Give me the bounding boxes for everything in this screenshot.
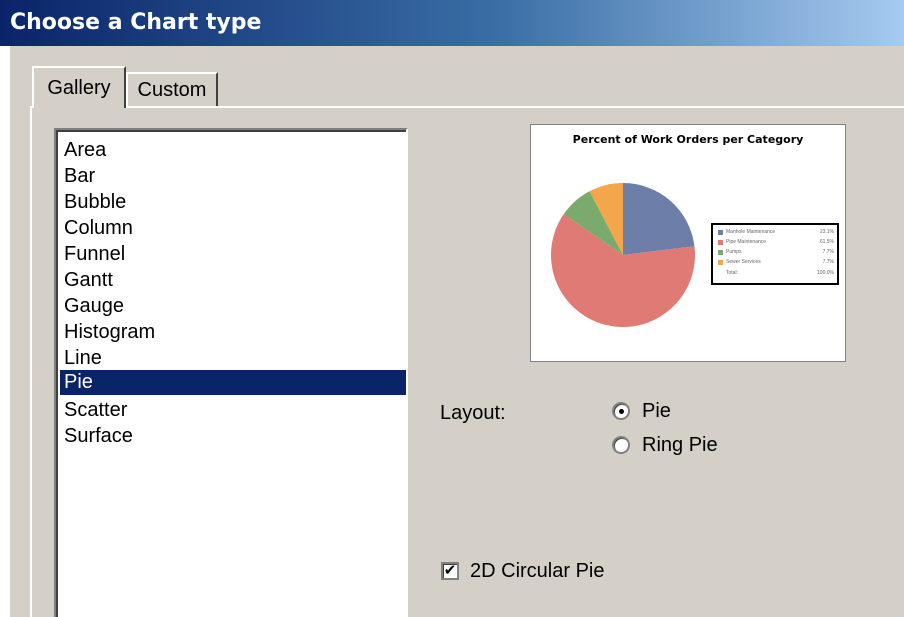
window-title: Choose a Chart type [10,10,262,35]
legend-row: Pipe Maintenance 61.5% [718,238,834,247]
list-item-bubble[interactable]: Bubble [60,190,406,215]
check-icon: ✔ [443,562,457,579]
legend-label: Sewer Services [726,259,761,265]
legend-label: Pumps [726,249,742,255]
pie-chart [551,183,695,327]
list-item-scatter[interactable]: Scatter [60,398,406,423]
list-item-gantt[interactable]: Gantt [60,268,406,293]
chart-legend: Manhole Maintenance 23.1% Pipe Maintenan… [711,223,839,285]
list-item-area[interactable]: Area [60,138,406,163]
legend-total-value: 100.0% [817,270,834,276]
chart-preview: Percent of Work Orders per Category Manh… [530,124,846,362]
pie-slice-manhole-maintenance [623,183,695,255]
circular-pie-checkbox[interactable]: ✔ [441,562,459,580]
tab-custom-label: Custom [137,78,207,101]
legend-swatch [718,260,723,265]
list-item-bar[interactable]: Bar [60,164,406,189]
radio-selected-dot [619,409,624,414]
tab-custom[interactable]: Custom [126,72,218,106]
legend-swatch [718,240,723,245]
legend-row: Pumps 7.7% [718,248,834,257]
legend-total-row: Total: 100.0% [718,269,834,278]
chart-type-list[interactable]: Area Bar Bubble Column Funnel Gantt Gaug… [54,128,408,617]
list-item-line[interactable]: Line [60,346,406,371]
circular-pie-label[interactable]: 2D Circular Pie [470,560,604,583]
left-edge [0,46,10,617]
layout-label: Layout: [440,402,506,424]
legend-swatch [718,230,723,235]
list-item-surface[interactable]: Surface [60,424,406,449]
legend-swatch [718,250,723,255]
legend-value: 61.5% [819,239,834,245]
radio-ring-pie[interactable] [612,436,630,454]
title-bar: Choose a Chart type [0,0,904,46]
legend-row: Sewer Services 7.7% [718,258,834,267]
legend-label: Manhole Maintenance [726,229,776,235]
list-item-histogram[interactable]: Histogram [60,320,406,345]
tab-gallery[interactable]: Gallery [32,66,126,108]
legend-value: 23.1% [819,229,834,235]
legend-total-label: Total: [726,270,738,276]
legend-label: Pipe Maintenance [726,239,767,245]
radio-pie[interactable] [612,402,630,420]
list-item-column[interactable]: Column [60,216,406,241]
list-item-funnel[interactable]: Funnel [60,242,406,267]
radio-pie-label[interactable]: Pie [642,400,671,423]
radio-ring-pie-label[interactable]: Ring Pie [642,434,718,457]
list-item-gauge[interactable]: Gauge [60,294,406,319]
list-item-pie[interactable]: Pie [60,370,406,395]
legend-row: Manhole Maintenance 23.1% [718,228,834,237]
legend-value: 7.7% [822,259,834,265]
legend-value: 7.7% [822,249,834,255]
tab-gallery-label: Gallery [47,76,111,99]
